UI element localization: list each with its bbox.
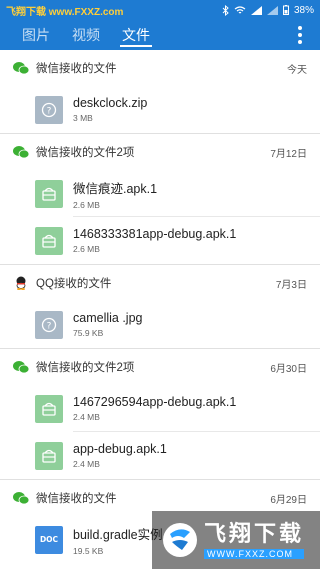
wechat-icon [13,492,29,505]
wechat-icon [13,62,29,75]
group-title: 微信接收的文件 [36,493,117,505]
apk-file-icon [35,226,63,255]
file-name: deskclock.zip [73,96,148,110]
wifi-icon [234,5,246,13]
bluetooth-icon [222,4,229,16]
qq-icon [16,276,26,290]
file-item[interactable]: 1468333381app-debug.apk.1 2.6 MB [0,217,320,264]
file-name: 1467296594app-debug.apk.1 [73,395,237,409]
doc-label: DOC [39,535,59,544]
file-size: 2.4 MB [73,412,100,422]
signal-icon-2 [266,5,278,15]
tab-images[interactable]: 图片 [22,20,50,50]
file-name: 1468333381app-debug.apk.1 [73,227,237,241]
file-item[interactable]: 微信痕迹.apk.1 2.6 MB [0,170,320,217]
status-icons: 38% [222,4,314,16]
file-size: 2.4 MB [73,459,100,469]
apk-file-icon [35,441,63,470]
doc-file-icon: DOC [35,525,63,554]
tab-videos[interactable]: 视频 [72,20,100,50]
svg-text:?: ? [47,106,52,116]
group-header: 微信接收的文件 今天 [0,50,320,86]
group-header: QQ接收的文件 7月3日 [0,265,320,301]
file-size: 75.9 KB [73,328,104,338]
battery-level: 38% [293,4,314,16]
watermark-logo-icon [163,523,197,557]
status-bar: 飞翔下载 www.FXXZ.com 38% [0,0,320,20]
file-item[interactable]: app-debug.apk.1 2.4 MB [0,432,320,479]
watermark-top-text: 飞翔下载 www.FXXZ.com [6,6,124,18]
wechat-icon [13,361,29,374]
unknown-file-icon: ? [35,95,63,124]
group-date: 6月29日 [270,494,307,506]
file-name: 微信痕迹.apk.1 [73,181,158,196]
file-list[interactable]: 微信接收的文件 今天 ? deskclock.zip 3 MB 微信接收的文件2… [0,50,320,569]
file-size: 3 MB [73,113,93,123]
group-title: 微信接收的文件 [36,63,117,75]
group-date: 今天 [287,64,307,76]
signal-icon [250,5,262,15]
tab-files[interactable]: 文件 [120,20,152,50]
group-title: 微信接收的文件2项 [36,147,135,159]
watermark-overlay: 飞翔下载 WWW.FXXZ.COM [152,511,320,569]
apk-file-icon [35,179,63,208]
file-size: 2.6 MB [73,199,100,210]
file-size: 2.6 MB [73,244,100,254]
battery-icon [282,5,289,15]
file-name: app-debug.apk.1 [73,442,167,456]
group-title: 微信接收的文件2项 [36,362,135,374]
file-item[interactable]: ? deskclock.zip 3 MB [0,86,320,133]
unknown-file-icon: ? [35,310,63,339]
file-item[interactable]: ? camellia .jpg 75.9 KB [0,301,320,348]
wechat-icon [13,146,29,159]
group-header: 微信接收的文件2项 6月30日 [0,349,320,385]
group-date: 7月3日 [275,279,307,291]
group-title: QQ接收的文件 [36,278,112,290]
svg-text:?: ? [47,321,52,331]
group-header: 微信接收的文件2项 7月12日 [0,134,320,170]
tab-bar: 图片 视频 文件 [0,20,320,50]
watermark-big-text: 飞翔下载 [204,521,305,546]
file-item[interactable]: 1467296594app-debug.apk.1 2.4 MB [0,385,320,432]
more-vert-icon[interactable] [298,26,302,44]
apk-file-icon [35,394,63,423]
group-date: 7月12日 [270,148,307,160]
watermark-small-text: WWW.FXXZ.COM [204,549,305,559]
group-date: 6月30日 [270,363,307,375]
file-name: camellia .jpg [73,311,143,325]
